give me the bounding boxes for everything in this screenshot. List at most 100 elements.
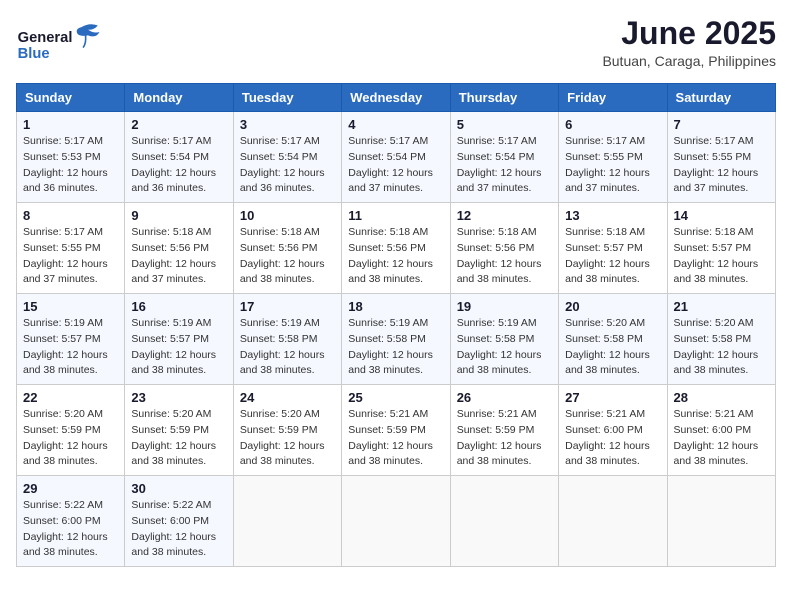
day-number: 17 xyxy=(240,299,335,314)
day-number: 25 xyxy=(348,390,443,405)
day-info: Sunrise: 5:20 AMSunset: 5:58 PMDaylight:… xyxy=(565,316,660,379)
week-row-5: 29 Sunrise: 5:22 AMSunset: 6:00 PMDayligh… xyxy=(17,476,776,567)
day-number: 13 xyxy=(565,208,660,223)
calendar-cell: 29 Sunrise: 5:22 AMSunset: 6:00 PMDayligh… xyxy=(17,476,125,567)
day-info: Sunrise: 5:18 AMSunset: 5:56 PMDaylight:… xyxy=(457,225,552,288)
calendar-cell: 23 Sunrise: 5:20 AMSunset: 5:59 PMDayligh… xyxy=(125,385,233,476)
day-info: Sunrise: 5:21 AMSunset: 6:00 PMDaylight:… xyxy=(565,407,660,470)
calendar-cell: 18 Sunrise: 5:19 AMSunset: 5:58 PMDayligh… xyxy=(342,294,450,385)
day-number: 22 xyxy=(23,390,118,405)
day-info: Sunrise: 5:17 AMSunset: 5:54 PMDaylight:… xyxy=(348,134,443,197)
day-info: Sunrise: 5:22 AMSunset: 6:00 PMDaylight:… xyxy=(23,498,118,561)
week-row-2: 8 Sunrise: 5:17 AMSunset: 5:55 PMDaylight… xyxy=(17,203,776,294)
day-number: 11 xyxy=(348,208,443,223)
day-info: Sunrise: 5:18 AMSunset: 5:56 PMDaylight:… xyxy=(348,225,443,288)
calendar-cell: 27 Sunrise: 5:21 AMSunset: 6:00 PMDayligh… xyxy=(559,385,667,476)
calendar-cell: 22 Sunrise: 5:20 AMSunset: 5:59 PMDayligh… xyxy=(17,385,125,476)
calendar-cell: 3 Sunrise: 5:17 AMSunset: 5:54 PMDaylight… xyxy=(233,112,341,203)
day-number: 29 xyxy=(23,481,118,496)
day-number: 19 xyxy=(457,299,552,314)
calendar-cell: 14 Sunrise: 5:18 AMSunset: 5:57 PMDayligh… xyxy=(667,203,775,294)
page-header: General Blue June 2025 Butuan, Caraga, P… xyxy=(16,16,776,71)
day-number: 6 xyxy=(565,117,660,132)
month-year-title: June 2025 xyxy=(602,16,776,51)
calendar-cell: 2 Sunrise: 5:17 AMSunset: 5:54 PMDaylight… xyxy=(125,112,233,203)
logo-svg: General Blue xyxy=(16,16,106,71)
day-number: 1 xyxy=(23,117,118,132)
calendar-cell: 12 Sunrise: 5:18 AMSunset: 5:56 PMDayligh… xyxy=(450,203,558,294)
calendar-cell: 24 Sunrise: 5:20 AMSunset: 5:59 PMDayligh… xyxy=(233,385,341,476)
calendar-cell xyxy=(667,476,775,567)
day-of-week-friday: Friday xyxy=(559,84,667,112)
svg-text:Blue: Blue xyxy=(18,46,50,62)
day-info: Sunrise: 5:17 AMSunset: 5:55 PMDaylight:… xyxy=(674,134,769,197)
day-info: Sunrise: 5:20 AMSunset: 5:59 PMDaylight:… xyxy=(131,407,226,470)
day-number: 12 xyxy=(457,208,552,223)
day-info: Sunrise: 5:19 AMSunset: 5:58 PMDaylight:… xyxy=(457,316,552,379)
day-number: 30 xyxy=(131,481,226,496)
calendar-cell xyxy=(233,476,341,567)
day-number: 27 xyxy=(565,390,660,405)
day-of-week-sunday: Sunday xyxy=(17,84,125,112)
calendar-cell: 30 Sunrise: 5:22 AMSunset: 6:00 PMDayligh… xyxy=(125,476,233,567)
calendar-cell: 8 Sunrise: 5:17 AMSunset: 5:55 PMDaylight… xyxy=(17,203,125,294)
calendar-cell: 19 Sunrise: 5:19 AMSunset: 5:58 PMDayligh… xyxy=(450,294,558,385)
week-row-4: 22 Sunrise: 5:20 AMSunset: 5:59 PMDayligh… xyxy=(17,385,776,476)
day-number: 15 xyxy=(23,299,118,314)
day-info: Sunrise: 5:20 AMSunset: 5:59 PMDaylight:… xyxy=(240,407,335,470)
day-number: 7 xyxy=(674,117,769,132)
day-info: Sunrise: 5:19 AMSunset: 5:58 PMDaylight:… xyxy=(348,316,443,379)
logo: General Blue xyxy=(16,16,106,71)
day-number: 24 xyxy=(240,390,335,405)
calendar-cell xyxy=(559,476,667,567)
calendar-body: 1 Sunrise: 5:17 AMSunset: 5:53 PMDaylight… xyxy=(17,112,776,567)
location-subtitle: Butuan, Caraga, Philippines xyxy=(602,53,776,69)
day-info: Sunrise: 5:22 AMSunset: 6:00 PMDaylight:… xyxy=(131,498,226,561)
calendar-cell: 5Sunrise: 5:17 AMSunset: 5:54 PMDaylight… xyxy=(450,112,558,203)
calendar-cell: 21Sunrise: 5:20 AMSunset: 5:58 PMDayligh… xyxy=(667,294,775,385)
day-info: Sunrise: 5:19 AMSunset: 5:57 PMDaylight:… xyxy=(131,316,226,379)
day-number: 21 xyxy=(674,299,769,314)
day-number: 20 xyxy=(565,299,660,314)
day-number: 8 xyxy=(23,208,118,223)
day-info: Sunrise: 5:18 AMSunset: 5:57 PMDaylight:… xyxy=(674,225,769,288)
day-of-week-thursday: Thursday xyxy=(450,84,558,112)
day-info: Sunrise: 5:18 AMSunset: 5:57 PMDaylight:… xyxy=(565,225,660,288)
day-info: Sunrise: 5:21 AMSunset: 5:59 PMDaylight:… xyxy=(457,407,552,470)
day-info: Sunrise: 5:17 AMSunset: 5:54 PMDaylight:… xyxy=(240,134,335,197)
day-number: 18 xyxy=(348,299,443,314)
day-number: 23 xyxy=(131,390,226,405)
calendar-header: SundayMondayTuesdayWednesdayThursdayFrid… xyxy=(17,84,776,112)
day-number: 14 xyxy=(674,208,769,223)
day-of-week-saturday: Saturday xyxy=(667,84,775,112)
calendar-cell: 4 Sunrise: 5:17 AMSunset: 5:54 PMDaylight… xyxy=(342,112,450,203)
day-number: 10 xyxy=(240,208,335,223)
day-info: Sunrise: 5:20 AMSunset: 5:59 PMDaylight:… xyxy=(23,407,118,470)
day-info: Sunrise: 5:17 AMSunset: 5:54 PMDaylight:… xyxy=(457,134,552,197)
day-info: Sunrise: 5:18 AMSunset: 5:56 PMDaylight:… xyxy=(240,225,335,288)
calendar-cell: 28Sunrise: 5:21 AMSunset: 6:00 PMDayligh… xyxy=(667,385,775,476)
calendar-cell: 20 Sunrise: 5:20 AMSunset: 5:58 PMDayligh… xyxy=(559,294,667,385)
day-number: 3 xyxy=(240,117,335,132)
calendar-cell: 10 Sunrise: 5:18 AMSunset: 5:56 PMDayligh… xyxy=(233,203,341,294)
day-info: Sunrise: 5:17 AMSunset: 5:55 PMDaylight:… xyxy=(565,134,660,197)
day-info: Sunrise: 5:18 AMSunset: 5:56 PMDaylight:… xyxy=(131,225,226,288)
calendar-cell xyxy=(342,476,450,567)
calendar-cell: 7 Sunrise: 5:17 AMSunset: 5:55 PMDaylight… xyxy=(667,112,775,203)
day-info: Sunrise: 5:19 AMSunset: 5:58 PMDaylight:… xyxy=(240,316,335,379)
day-of-week-wednesday: Wednesday xyxy=(342,84,450,112)
day-number: 16 xyxy=(131,299,226,314)
day-info: Sunrise: 5:21 AMSunset: 6:00 PMDaylight:… xyxy=(674,407,769,470)
day-number: 2 xyxy=(131,117,226,132)
calendar-cell: 16 Sunrise: 5:19 AMSunset: 5:57 PMDayligh… xyxy=(125,294,233,385)
day-info: Sunrise: 5:17 AMSunset: 5:55 PMDaylight:… xyxy=(23,225,118,288)
day-info: Sunrise: 5:17 AMSunset: 5:54 PMDaylight:… xyxy=(131,134,226,197)
day-info: Sunrise: 5:17 AMSunset: 5:53 PMDaylight:… xyxy=(23,134,118,197)
calendar-cell: 17 Sunrise: 5:19 AMSunset: 5:58 PMDayligh… xyxy=(233,294,341,385)
day-number: 4 xyxy=(348,117,443,132)
calendar-cell xyxy=(450,476,558,567)
day-headers-row: SundayMondayTuesdayWednesdayThursdayFrid… xyxy=(17,84,776,112)
day-info: Sunrise: 5:21 AMSunset: 5:59 PMDaylight:… xyxy=(348,407,443,470)
day-info: Sunrise: 5:19 AMSunset: 5:57 PMDaylight:… xyxy=(23,316,118,379)
calendar-cell: 11 Sunrise: 5:18 AMSunset: 5:56 PMDayligh… xyxy=(342,203,450,294)
